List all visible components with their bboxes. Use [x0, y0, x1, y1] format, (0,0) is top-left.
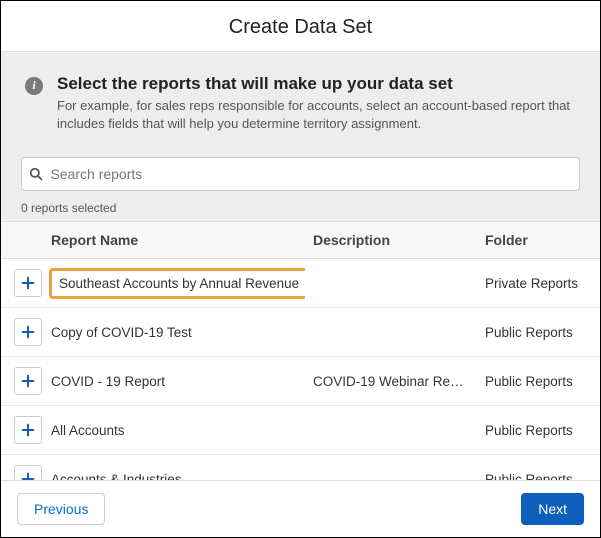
previous-button[interactable]: Previous [17, 493, 105, 525]
plus-icon [20, 275, 36, 291]
col-name-header: Report Name [43, 222, 305, 259]
add-cell [1, 357, 43, 405]
name-cell: All Accounts [43, 413, 305, 448]
search-field[interactable] [21, 157, 580, 191]
add-report-button[interactable] [14, 318, 42, 346]
intro-heading: Select the reports that will make up you… [57, 74, 576, 94]
add-report-button[interactable] [14, 416, 42, 444]
table-row: All Accounts Public Reports [1, 406, 600, 455]
search-icon [22, 167, 50, 181]
name-cell: Accounts & Industries [43, 462, 305, 480]
folder-cell: Public Reports [477, 364, 600, 399]
folder-cell: Public Reports [477, 413, 600, 448]
description-cell [305, 273, 477, 293]
col-description-header: Description [305, 222, 477, 259]
plus-icon [20, 422, 36, 438]
table-row: Copy of COVID-19 Test Public Reports [1, 308, 600, 357]
description-cell [305, 420, 477, 440]
folder-cell: Public Reports [477, 462, 600, 480]
name-cell: COVID - 19 Report [43, 364, 305, 399]
search-wrap [1, 147, 600, 197]
name-cell: Southeast Accounts by Annual Revenue [43, 264, 305, 303]
info-icon: i [25, 77, 43, 95]
reports-table: Report Name Description Folder Southeast… [1, 221, 600, 480]
selected-count: 0 reports selected [1, 197, 600, 221]
create-data-set-modal: Create Data Set i Select the reports tha… [0, 0, 601, 538]
table-row: COVID - 19 ReportCOVID-19 Webinar Report… [1, 357, 600, 406]
intro-section: i Select the reports that will make up y… [1, 52, 600, 147]
highlighted-report-name: Southeast Accounts by Annual Revenue [49, 268, 305, 299]
description-cell [305, 469, 477, 480]
table-header: Report Name Description Folder [1, 222, 600, 259]
name-cell: Copy of COVID-19 Test [43, 315, 305, 350]
description-cell [305, 322, 477, 342]
col-add-header [1, 222, 43, 259]
intro-text: Select the reports that will make up you… [57, 74, 576, 133]
info-icon-wrap: i [25, 74, 43, 133]
plus-icon [20, 471, 36, 480]
intro-description: For example, for sales reps responsible … [57, 97, 576, 133]
modal-header: Create Data Set [1, 1, 600, 52]
add-cell [1, 259, 43, 307]
plus-icon [20, 373, 36, 389]
plus-icon [20, 324, 36, 340]
table-row: Southeast Accounts by Annual Revenue Priv… [1, 259, 600, 308]
folder-cell: Private Reports [477, 266, 600, 301]
modal-content: i Select the reports that will make up y… [1, 52, 600, 480]
col-folder-header: Folder [477, 222, 600, 259]
modal-title: Create Data Set [1, 16, 600, 39]
add-cell [1, 406, 43, 454]
add-report-button[interactable] [14, 367, 42, 395]
add-report-button[interactable] [14, 465, 42, 480]
add-cell [1, 455, 43, 480]
next-button[interactable]: Next [521, 493, 584, 525]
add-report-button[interactable] [14, 269, 42, 297]
search-input[interactable] [50, 158, 579, 190]
table-row: Accounts & Industries Public Reports [1, 455, 600, 480]
description-cell: COVID-19 Webinar Report [305, 364, 477, 399]
add-cell [1, 308, 43, 356]
folder-cell: Public Reports [477, 315, 600, 350]
modal-footer: Previous Next [1, 480, 600, 537]
table-body: Southeast Accounts by Annual Revenue Priv… [1, 259, 600, 480]
